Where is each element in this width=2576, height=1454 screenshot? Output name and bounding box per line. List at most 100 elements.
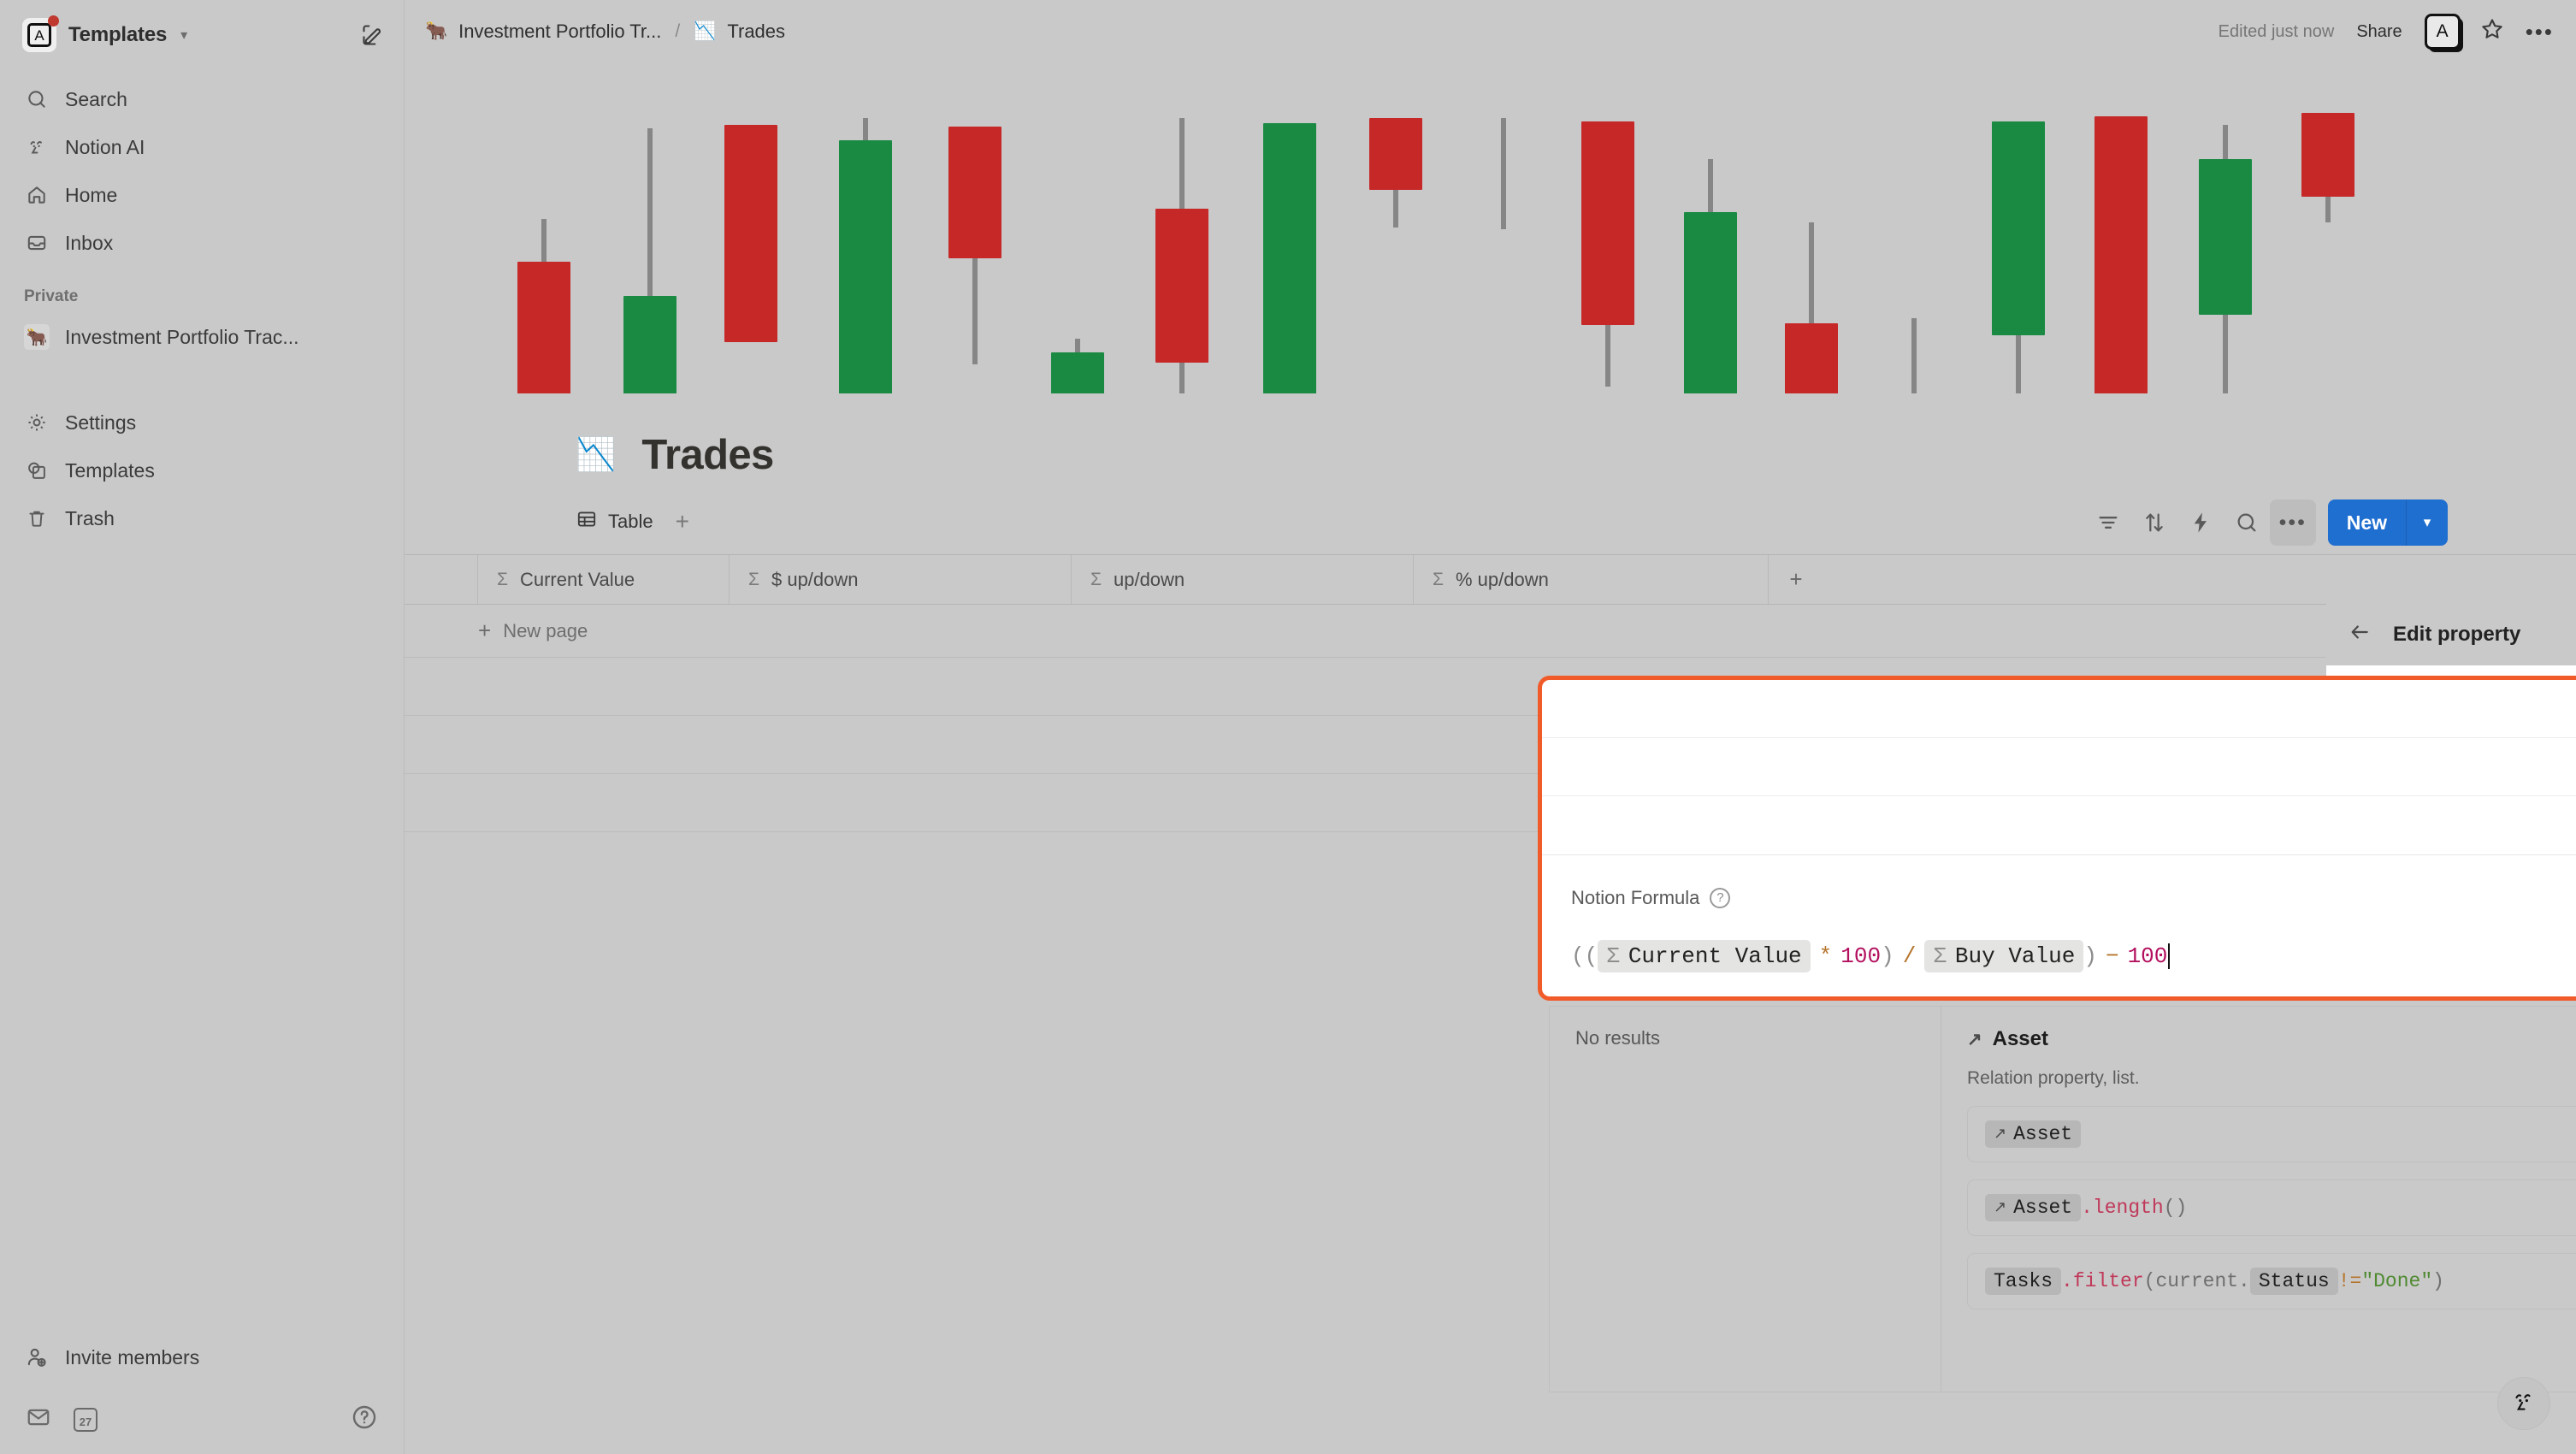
formula-token-paren: (( bbox=[1571, 943, 1598, 969]
table-header-current-value[interactable]: Σ Current Value bbox=[478, 555, 730, 604]
formula-token-operator: * bbox=[1818, 943, 1833, 969]
sigma-icon: Σ bbox=[1090, 569, 1102, 589]
example-chip: Status bbox=[2249, 1268, 2338, 1295]
mail-icon[interactable] bbox=[26, 1404, 51, 1434]
breadcrumb-label: Trades bbox=[727, 21, 786, 42]
candle-body-up bbox=[1263, 123, 1316, 393]
candle-body-down bbox=[724, 125, 777, 342]
example-chip: Tasks bbox=[1985, 1268, 2062, 1295]
formula-token-paren: ) bbox=[1881, 943, 1894, 969]
formula-label: Notion Formula bbox=[1571, 886, 1700, 908]
sort-icon[interactable] bbox=[2131, 499, 2177, 546]
arrow-northeast-icon: ↗ bbox=[1994, 1200, 2007, 1217]
breadcrumb-item-trades[interactable]: 📉 Trades bbox=[694, 21, 785, 43]
example-chip: ↗ Asset bbox=[1985, 1194, 2082, 1221]
formula-input[interactable]: (( Σ Current Value * 100 ) / Σ Buy Value… bbox=[1571, 940, 2576, 972]
sidebar-item-inbox[interactable]: Inbox bbox=[12, 219, 392, 267]
invite-members-button[interactable]: Invite members bbox=[12, 1333, 392, 1381]
chevron-down-icon[interactable]: ▾ bbox=[2407, 499, 2448, 546]
new-button[interactable]: New ▾ bbox=[2327, 499, 2448, 546]
candle-13 bbox=[1785, 63, 1838, 393]
table-header-row: Σ Current Value Σ $ up/down Σ up/down Σ … bbox=[405, 555, 2576, 605]
more-horizontal-icon[interactable]: ••• bbox=[2269, 499, 2316, 546]
candle-1 bbox=[517, 63, 570, 393]
breadcrumb-item-database[interactable]: 🐂 Investment Portfolio Tr... bbox=[425, 21, 661, 43]
avatar[interactable]: A bbox=[2424, 14, 2461, 50]
no-results-label: No results bbox=[1575, 1027, 1661, 1049]
sidebar-item-label: Templates bbox=[65, 458, 155, 482]
text-caret bbox=[2168, 943, 2171, 969]
calendar-day: 27 bbox=[79, 1415, 92, 1428]
share-button[interactable]: Share bbox=[2356, 22, 2402, 42]
tab-table[interactable]: Table bbox=[576, 508, 653, 535]
sidebar-item-settings[interactable]: Settings bbox=[12, 399, 392, 446]
candle-11 bbox=[1581, 63, 1634, 393]
sidebar-item-home[interactable]: Home bbox=[12, 171, 392, 219]
suggestion-description: Relation property, list. bbox=[1967, 1068, 2140, 1088]
notion-ai-icon bbox=[24, 134, 50, 160]
chart-emoji-icon[interactable]: 📉 bbox=[576, 436, 616, 474]
edited-status: Edited just now bbox=[2218, 21, 2335, 41]
page-title[interactable]: Trades bbox=[641, 431, 774, 479]
sigma-icon: Σ bbox=[748, 569, 759, 589]
home-icon bbox=[24, 182, 50, 208]
candle-body-up bbox=[839, 140, 892, 393]
invite-members-label: Invite members bbox=[65, 1345, 200, 1368]
candle-17 bbox=[2199, 63, 2252, 393]
sidebar-item-trash[interactable]: Trash bbox=[12, 494, 392, 542]
table-header-dollar-updown[interactable]: Σ $ up/down bbox=[730, 555, 1072, 604]
star-icon[interactable] bbox=[2479, 16, 2505, 48]
new-page-row[interactable]: + New page bbox=[405, 605, 2576, 658]
table-header-percent-updown[interactable]: Σ % up/down bbox=[1414, 555, 1769, 604]
candle-9 bbox=[1369, 63, 1422, 393]
example-args: (current. bbox=[2143, 1270, 2250, 1292]
calendar-icon[interactable]: 27 bbox=[74, 1407, 97, 1432]
candle-wick bbox=[1911, 318, 1917, 393]
example-row[interactable]: ↗ Asset bbox=[1967, 1106, 2576, 1162]
search-icon[interactable] bbox=[2224, 499, 2270, 546]
sigma-icon: Σ bbox=[1433, 569, 1444, 589]
sidebar-item-investment-portfolio-tracker[interactable]: 🐂 Investment Portfolio Trac... bbox=[12, 313, 392, 361]
suggestion-detail-panel: ↗ Asset Relation property, list. ↗ Asset bbox=[1941, 1007, 2576, 1392]
topbar: 🐂 Investment Portfolio Tr... / 📉 Trades … bbox=[405, 0, 2576, 63]
add-view-button[interactable]: + bbox=[676, 508, 689, 535]
more-horizontal-icon[interactable]: ••• bbox=[2526, 19, 2554, 45]
candle-body-down bbox=[2094, 116, 2148, 393]
lightning-icon[interactable] bbox=[2177, 499, 2224, 546]
candle-18 bbox=[2301, 63, 2354, 393]
candle-8 bbox=[1263, 63, 1316, 393]
example-operator: != bbox=[2337, 1270, 2362, 1292]
compose-icon[interactable] bbox=[361, 23, 385, 47]
arrow-left-icon[interactable] bbox=[2347, 621, 2372, 649]
help-icon[interactable] bbox=[351, 1404, 378, 1435]
table-header-updown[interactable]: Σ up/down bbox=[1072, 555, 1414, 604]
formula-token-property-label: Current Value bbox=[1628, 943, 1802, 969]
search-icon bbox=[24, 86, 50, 112]
new-page-label: New page bbox=[503, 619, 588, 641]
sidebar-item-search[interactable]: Search bbox=[12, 75, 392, 123]
candle-body-down bbox=[1581, 121, 1634, 325]
sidebar-item-notion-ai[interactable]: Notion AI bbox=[12, 123, 392, 171]
filter-icon[interactable] bbox=[2085, 499, 2131, 546]
sidebar-item-label: Inbox bbox=[65, 231, 114, 254]
candle-16 bbox=[2094, 63, 2148, 393]
formula-suggestions-dropdown: No results ↗ Asset Relation property, li… bbox=[1549, 1006, 2576, 1392]
bull-emoji-icon: 🐂 bbox=[425, 21, 448, 41]
example-row[interactable]: ↗ Asset .length () bbox=[1967, 1179, 2576, 1236]
example-row[interactable]: Tasks .filter (current. Status != "Done"… bbox=[1967, 1253, 2576, 1309]
sidebar-item-label: Investment Portfolio Trac... bbox=[65, 325, 299, 348]
notion-ai-fab[interactable] bbox=[2497, 1377, 2550, 1430]
formula-token-operator: − bbox=[2105, 943, 2119, 969]
example-parens: () bbox=[2163, 1197, 2188, 1219]
formula-popover-blank-row bbox=[1542, 680, 2576, 738]
add-column-button[interactable]: + bbox=[1769, 555, 1823, 604]
candle-body-down bbox=[2301, 113, 2354, 197]
formula-token-number: 100 bbox=[1840, 943, 1882, 969]
workspace-switcher[interactable]: A Templates ▾ bbox=[0, 0, 404, 63]
sidebar-item-templates[interactable]: Templates bbox=[12, 446, 392, 494]
sidebar-item-label: Search bbox=[65, 87, 127, 110]
candle-body-up bbox=[1992, 121, 2045, 335]
question-mark-icon[interactable]: ? bbox=[1710, 887, 1731, 908]
sidebar-item-label: Trash bbox=[65, 506, 115, 529]
formula-token-property-label: Buy Value bbox=[1954, 943, 2076, 969]
